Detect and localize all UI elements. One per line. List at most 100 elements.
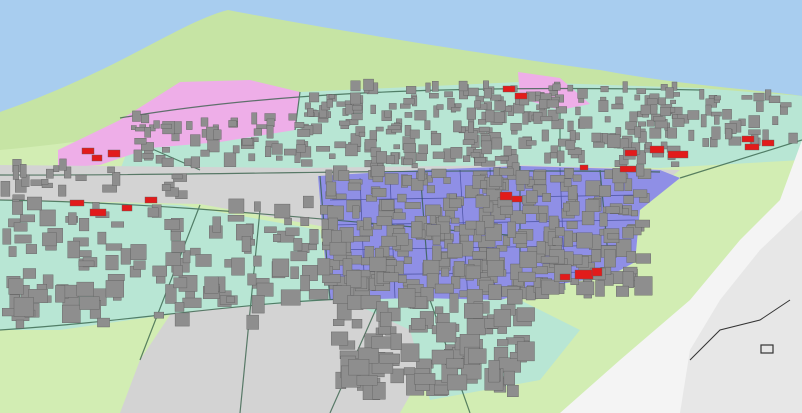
building (725, 128, 732, 140)
building (705, 104, 712, 116)
building (363, 217, 372, 231)
building (352, 205, 360, 219)
building (630, 210, 638, 217)
building (147, 207, 159, 218)
building (339, 120, 351, 126)
building (256, 282, 274, 297)
building (449, 198, 462, 208)
building (510, 122, 522, 131)
building (434, 283, 454, 294)
building (248, 153, 256, 162)
building (153, 311, 165, 319)
map-scene[interactable] (0, 0, 802, 413)
building (161, 146, 170, 153)
map-canvas[interactable] (0, 0, 802, 413)
building (748, 115, 760, 128)
building (518, 271, 536, 282)
highlighted-building (574, 269, 594, 280)
building (296, 144, 306, 153)
building (493, 309, 511, 327)
building (600, 96, 607, 101)
building (290, 266, 299, 279)
building (465, 265, 481, 279)
highlighted-building (579, 164, 589, 171)
building (107, 166, 115, 174)
building (285, 227, 300, 236)
building (451, 107, 461, 112)
building (436, 322, 457, 343)
building (475, 195, 490, 208)
building (636, 253, 651, 264)
building (772, 116, 779, 126)
building (171, 174, 183, 180)
building (598, 100, 609, 112)
building (548, 85, 554, 91)
building (400, 103, 411, 109)
building (599, 212, 608, 227)
building (526, 140, 537, 146)
building (519, 251, 537, 268)
building (352, 105, 363, 111)
building (579, 116, 593, 129)
building (228, 120, 237, 127)
highlighted-building (81, 147, 95, 155)
building (633, 189, 648, 198)
building (242, 138, 254, 146)
building (478, 126, 490, 133)
building (370, 104, 376, 114)
building (161, 157, 174, 167)
building (294, 122, 305, 129)
building (46, 168, 54, 179)
building (8, 246, 17, 257)
building (105, 280, 125, 298)
highlighted-building (91, 154, 103, 162)
building (280, 289, 301, 306)
building (552, 237, 563, 246)
building (301, 159, 313, 167)
building (714, 95, 721, 101)
building (68, 212, 77, 225)
building (699, 89, 705, 100)
building (300, 275, 310, 292)
building (347, 182, 362, 191)
building (487, 260, 504, 277)
building (423, 259, 440, 275)
building (443, 177, 451, 184)
building (79, 217, 90, 232)
building (272, 258, 290, 277)
building (403, 97, 415, 105)
building (120, 248, 131, 265)
building (361, 257, 370, 266)
building (533, 170, 546, 180)
building (570, 278, 579, 285)
building (432, 245, 442, 261)
building (722, 109, 732, 120)
building (13, 297, 34, 317)
building (134, 137, 147, 145)
building (670, 99, 677, 104)
building (284, 217, 292, 226)
building (327, 205, 344, 220)
building (381, 235, 397, 247)
building (629, 111, 638, 123)
building (152, 265, 168, 277)
building (658, 97, 666, 106)
building (276, 155, 283, 161)
building (404, 112, 413, 118)
building (388, 103, 397, 110)
building (350, 92, 361, 105)
building (555, 226, 565, 237)
building (12, 194, 25, 201)
building (431, 168, 447, 179)
building (540, 116, 553, 122)
building (741, 95, 753, 100)
building (411, 318, 426, 330)
building (503, 145, 512, 157)
building (13, 222, 28, 232)
building (133, 260, 146, 270)
building (768, 95, 781, 104)
building (475, 220, 486, 236)
building (541, 279, 560, 295)
building (331, 230, 342, 244)
building (133, 149, 143, 162)
